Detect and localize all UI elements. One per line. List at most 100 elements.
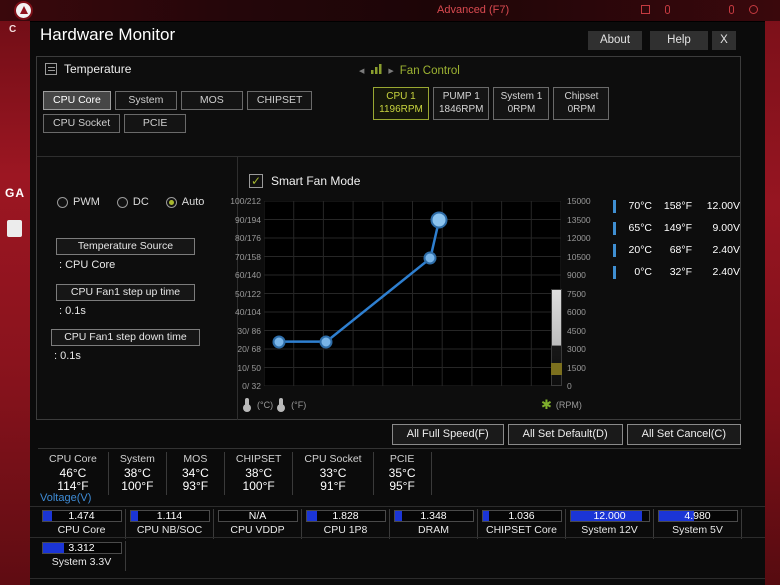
rpm-axis-label: 12000 bbox=[567, 233, 591, 243]
fan-curve-point[interactable] bbox=[430, 211, 448, 228]
temp-readout-mos: MOS 34°C 93°F bbox=[167, 452, 225, 495]
voltage-bar: 4.980 bbox=[657, 510, 738, 522]
temp-readout-pcie: PCIE 35°C 95°F bbox=[374, 452, 432, 495]
temp-name: CHIPSET bbox=[235, 453, 282, 465]
about-button[interactable]: About bbox=[588, 31, 642, 50]
temp-tab-cpu-core[interactable]: CPU Core bbox=[43, 91, 111, 110]
voltage-value: 1.036 bbox=[508, 510, 535, 522]
all-full-speed-f-button[interactable]: All Full Speed(F) bbox=[391, 424, 504, 445]
temp-fahrenheit: 100°F bbox=[121, 479, 154, 493]
voltage-readouts-row1: 1.474 CPU Core 1.114 CPU NB/SOC N/A CPU VDDP 1… bbox=[38, 509, 742, 539]
fan-name: CPU 1 bbox=[386, 91, 416, 102]
voltage-system-5v: 4.980 System 5V bbox=[654, 509, 742, 539]
voltage-bar: 1.036 bbox=[481, 510, 562, 522]
voltage-bar: 12.000 bbox=[569, 510, 650, 522]
temp-tab-system[interactable]: System bbox=[114, 91, 177, 110]
chevron-right-icon[interactable]: ▶ bbox=[388, 67, 393, 75]
advanced-mode-label[interactable]: Advanced (F7) bbox=[437, 4, 509, 16]
temp-tab-mos[interactable]: MOS bbox=[180, 91, 243, 110]
background-logo-fragment bbox=[7, 220, 22, 237]
divider bbox=[37, 156, 740, 157]
fan-tab-system-1[interactable]: System 1 0RPM bbox=[493, 87, 550, 120]
help-button[interactable]: Help bbox=[650, 31, 708, 50]
temp-axis-label: 70/158 bbox=[235, 251, 261, 262]
fan-curve-point[interactable] bbox=[423, 251, 437, 265]
temp-fahrenheit: 100°F bbox=[242, 479, 275, 493]
temperature-section-header: Temperature bbox=[45, 62, 131, 76]
legend-row: 70°C 158°F 12.00V bbox=[613, 195, 740, 217]
temperature-status-icon bbox=[665, 5, 670, 14]
background-right-strip bbox=[765, 0, 780, 585]
rpm-axis-label: 13500 bbox=[567, 214, 591, 225]
legend-temp-c: 70°C bbox=[628, 200, 652, 212]
legend-tick-icon bbox=[613, 265, 616, 279]
rpm-axis-label: 4500 bbox=[567, 325, 586, 336]
mode-label: PWM bbox=[73, 196, 100, 208]
voltage-name: CPU NB/SOC bbox=[136, 524, 203, 536]
legend-voltage: 12.00V bbox=[706, 200, 740, 212]
temp-axis-label: 100/212 bbox=[230, 196, 261, 206]
legend-temp-c: 65°C bbox=[628, 222, 652, 234]
temp-name: PCIE bbox=[389, 453, 415, 465]
legend-row: 0°C 32°F 2.40V bbox=[613, 261, 740, 283]
mode-radio-auto[interactable]: Auto bbox=[165, 196, 204, 208]
rpm-axis-label: 15000 bbox=[567, 196, 591, 206]
voltage-system-3-3v: 3.312 System 3.3V bbox=[38, 541, 126, 571]
mode-radio-pwm[interactable]: PWM bbox=[57, 196, 100, 208]
step-up-time-button[interactable]: CPU Fan1 step up time bbox=[56, 284, 195, 301]
voltage-dram: 1.348 DRAM bbox=[390, 509, 478, 539]
voltage-bar: 1.828 bbox=[305, 510, 386, 522]
legend-tick-icon bbox=[613, 221, 616, 235]
fan-curve-point[interactable] bbox=[272, 335, 286, 349]
all-set-default-d-button[interactable]: All Set Default(D) bbox=[507, 424, 623, 445]
temperature-tabs-row1: CPU Core System MOS CHIPSET bbox=[43, 91, 313, 110]
temp-axis-label: 10/ 50 bbox=[237, 362, 261, 373]
fan-rpm: 1196RPM bbox=[379, 104, 423, 115]
temperature-source-button[interactable]: Temperature Source bbox=[56, 238, 195, 255]
voltage-value: 1.474 bbox=[68, 510, 95, 522]
voltage-bar: 3.312 bbox=[41, 542, 122, 554]
temperature-axis: 100/212 90/194 80/176 70/158 60/140 50/122 40/… bbox=[230, 196, 261, 391]
chevron-left-icon[interactable]: ◀ bbox=[359, 67, 364, 75]
temp-tab-chipset[interactable]: CHIPSET bbox=[246, 91, 313, 110]
action-buttons-row: All Full Speed(F) All Set Default(D) All S… bbox=[30, 424, 741, 445]
all-set-cancel-c-button[interactable]: All Set Cancel(C) bbox=[626, 424, 741, 445]
mode-radio-dc[interactable]: DC bbox=[116, 196, 149, 208]
voltage-cpu-nb-soc: 1.114 CPU NB/SOC bbox=[126, 509, 214, 539]
temp-unit-icons: (°C) (°F) bbox=[243, 398, 306, 412]
celsius-unit-label: (°C) bbox=[257, 399, 274, 410]
temp-tab-pcie[interactable]: PCIE bbox=[124, 114, 187, 133]
rpm-axis-label: 6000 bbox=[567, 307, 586, 317]
step-down-time-button[interactable]: CPU Fan1 step down time bbox=[51, 329, 200, 346]
temp-readout-system: System 38°C 100°F bbox=[109, 452, 167, 495]
fan-name: PUMP 1 bbox=[442, 91, 480, 102]
voltage-name: System 12V bbox=[581, 524, 638, 536]
temp-tab-cpu-socket[interactable]: CPU Socket bbox=[43, 114, 121, 133]
temp-readout-cpu-socket: CPU Socket 33°C 91°F bbox=[293, 452, 374, 495]
voltage-name: System 3.3V bbox=[51, 556, 112, 568]
fan-status-icon bbox=[749, 5, 758, 14]
voltage-name: System 5V bbox=[672, 524, 723, 536]
fan-tab-cpu-1[interactable]: CPU 1 1196RPM bbox=[373, 87, 429, 120]
temp-axis-label: 90/194 bbox=[235, 214, 261, 225]
voltage-readouts-row2: 3.312 System 3.3V bbox=[38, 541, 126, 571]
voltage-value: 4.980 bbox=[684, 510, 711, 522]
voltage-value: 1.828 bbox=[332, 510, 359, 522]
voltage-bar: 1.348 bbox=[393, 510, 474, 522]
voltage-system-12v: 12.000 System 12V bbox=[566, 509, 654, 539]
close-button[interactable]: X bbox=[712, 31, 736, 50]
voltage-value: N/A bbox=[248, 510, 267, 522]
voltage-chipset-core: 1.036 CHIPSET Core bbox=[478, 509, 566, 539]
voltage-name: DRAM bbox=[418, 524, 449, 536]
smart-fan-checkbox[interactable]: ✓ bbox=[249, 174, 263, 188]
bios-screen: C GA Advanced (F7) Hardware Monitor Abou… bbox=[0, 0, 780, 585]
fan-control-header: ◀ ▶ Fan Control bbox=[359, 62, 460, 80]
fan-rpm: 0RPM bbox=[507, 104, 536, 115]
fan-curve-point[interactable] bbox=[319, 335, 333, 349]
temp-axis-label: 80/176 bbox=[235, 233, 261, 243]
fan-tab-chipset[interactable]: Chipset 0RPM bbox=[553, 87, 610, 120]
fan-curve-chart[interactable] bbox=[264, 201, 561, 386]
radio-icon bbox=[57, 196, 68, 208]
rpm-axis-label: 1500 bbox=[567, 362, 586, 373]
fan-tab-pump-1[interactable]: PUMP 1 1846RPM bbox=[433, 87, 490, 120]
